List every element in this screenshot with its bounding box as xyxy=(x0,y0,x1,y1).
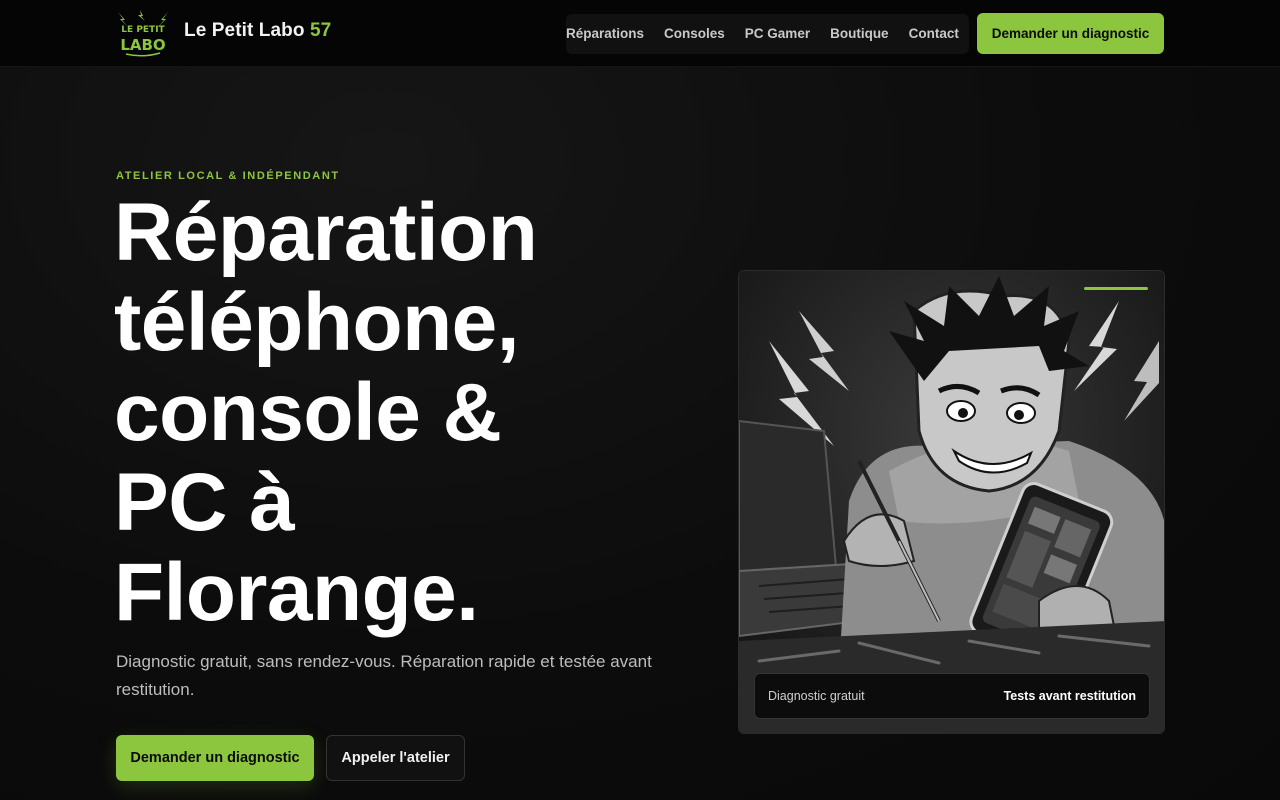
hero-title-line: PC à xyxy=(114,457,295,548)
header-diagnostic-button[interactable]: Demander un diagnostic xyxy=(977,13,1164,54)
svg-text:LABO: LABO xyxy=(120,36,165,54)
diagnostic-button[interactable]: Demander un diagnostic xyxy=(116,735,314,781)
brand-name[interactable]: Le Petit Labo 57 xyxy=(184,20,331,42)
brand-number: 57 xyxy=(309,20,332,41)
hero-subtitle: Diagnostic gratuit, sans rendez-vous. Ré… xyxy=(116,652,652,699)
hero-illustration-card: Diagnostic gratuit Tests avant restituti… xyxy=(738,270,1165,734)
nav-link-pc-gamer[interactable]: PC Gamer xyxy=(735,14,820,54)
brand-name-text: Le Petit Labo xyxy=(184,20,305,41)
card-footer: Diagnostic gratuit Tests avant restituti… xyxy=(754,673,1150,719)
hero-title-line: console & xyxy=(114,367,502,458)
site-header: LE PETIT LABO Le Petit Labo 57 Réparatio… xyxy=(0,0,1280,67)
nav-link-reparations[interactable]: Réparations xyxy=(566,14,654,54)
nav-link-boutique[interactable]: Boutique xyxy=(820,14,899,54)
nav-link-consoles[interactable]: Consoles xyxy=(654,14,735,54)
card-accent-bar xyxy=(1084,287,1148,290)
hero-title-line: Florange. xyxy=(114,547,479,638)
nav-link-contact[interactable]: Contact xyxy=(899,14,969,54)
main-nav: Réparations Consoles PC Gamer Boutique C… xyxy=(566,14,969,54)
hero-eyebrow: ATELIER LOCAL & INDÉPENDANT xyxy=(116,170,340,182)
svg-text:LE PETIT: LE PETIT xyxy=(121,25,165,35)
lightning-logo-icon[interactable]: LE PETIT LABO xyxy=(116,10,170,58)
hero-title: Réparation téléphone, console & PC à Flo… xyxy=(114,188,674,638)
hero-title-line: téléphone, xyxy=(114,277,520,368)
hero-title-line: Réparation xyxy=(114,187,538,278)
card-footer-left: Diagnostic gratuit xyxy=(768,689,865,703)
call-workshop-button[interactable]: Appeler l'atelier xyxy=(326,735,465,781)
card-footer-right: Tests avant restitution xyxy=(1003,689,1136,703)
technician-repair-illustration xyxy=(739,271,1164,733)
